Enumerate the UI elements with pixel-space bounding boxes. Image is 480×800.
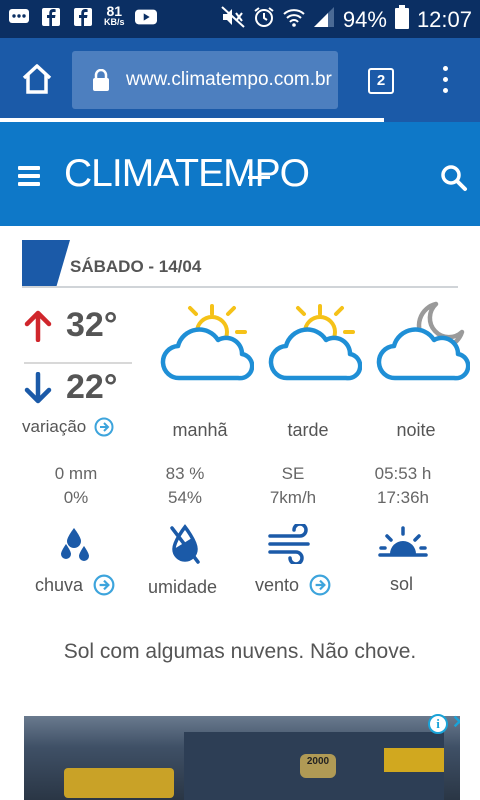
- ad-machine-part: [64, 768, 174, 798]
- chat-bubble-icon: [8, 7, 30, 27]
- network-speed-unit: KB/s: [104, 17, 125, 27]
- arrow-right-circle-icon: [94, 417, 114, 437]
- sun-cloud-icon: [160, 304, 254, 381]
- stat-vento-speed: 7km/h: [269, 488, 317, 507]
- signal-icon: [313, 6, 335, 34]
- chuva-link[interactable]: chuva: [35, 574, 115, 596]
- temp-max-row: 32°: [24, 306, 117, 345]
- wifi-icon: [283, 6, 305, 34]
- arrow-down-icon: [24, 371, 52, 403]
- facebook-icon: [40, 7, 62, 27]
- network-speed: 81 KB/s: [104, 4, 125, 28]
- arrow-up-icon: [24, 310, 52, 342]
- sun-cloud-icon-tarde: [268, 304, 362, 381]
- stat-sunset: 17:36h: [377, 488, 429, 507]
- overflow-menu-button[interactable]: [440, 66, 450, 96]
- clock: 12:07: [416, 7, 472, 32]
- ad-close-icon[interactable]: ✕: [452, 712, 460, 733]
- arrow-right-circle-icon: [309, 574, 331, 596]
- home-button[interactable]: [20, 62, 54, 96]
- moon-cloud-icon: [376, 301, 470, 381]
- youtube-icon: [134, 7, 157, 27]
- variacao-label: variação: [22, 417, 87, 436]
- stat-vento: SE 7km/h: [243, 462, 343, 510]
- stat-sunrise: 05:53 h: [374, 464, 432, 483]
- ad-machine-part-2: [384, 748, 444, 772]
- period-label-tarde: tarde: [287, 420, 329, 440]
- mute-icon: [221, 6, 245, 34]
- forecast-description: Sol com algumas nuvens. Não chove.: [63, 640, 417, 663]
- stat-vento-dir: SE: [281, 464, 305, 483]
- temp-max: 32°: [66, 306, 118, 344]
- lock-icon: [93, 69, 109, 91]
- home-icon: [22, 64, 52, 94]
- advertisement-banner[interactable]: 2000 i ✕: [24, 712, 460, 800]
- humidity-drop-icon: [170, 524, 200, 564]
- temp-min: 22°: [66, 368, 118, 406]
- search-icon: [441, 165, 467, 191]
- address-bar[interactable]: www.climatempo.com.br: [72, 51, 338, 109]
- vento-link[interactable]: vento: [255, 574, 331, 596]
- facebook-icon-2: [72, 7, 94, 27]
- stat-umidade: 83 % 54%: [135, 462, 235, 510]
- stat-chuva: 0 mm 0%: [26, 462, 126, 510]
- ad-badge-text: 2000: [306, 756, 330, 767]
- raindrops-icon: [61, 528, 89, 561]
- umidade-label: umidade: [148, 577, 218, 597]
- sol-label: sol: [390, 574, 414, 594]
- period-label-manha: manhã: [172, 420, 228, 440]
- stat-chuva-prob: 0%: [63, 488, 89, 507]
- sunrise-icon: [378, 526, 428, 557]
- date-label: SÁBADO - 14/04: [70, 257, 202, 276]
- tab-switcher-button[interactable]: 2: [368, 68, 394, 94]
- stat-sol: 05:53 h 17:36h: [353, 462, 453, 510]
- date-header: SÁBADO - 14/04: [22, 240, 458, 288]
- ad-badge: 2000: [300, 754, 336, 778]
- date-flag: [22, 240, 70, 286]
- temp-divider: [24, 362, 132, 364]
- url-text[interactable]: www.climatempo.com.br: [126, 69, 332, 91]
- logo-tail: [248, 176, 270, 179]
- chuva-label: chuva: [35, 574, 84, 595]
- site-logo[interactable]: CLIMATEMPO: [64, 152, 310, 196]
- hamburger-menu-button[interactable]: [18, 166, 40, 186]
- alarm-icon: [253, 6, 275, 34]
- battery-percent: 94%: [342, 7, 387, 32]
- vento-label: vento: [255, 574, 300, 595]
- stat-umidade-max: 83 %: [165, 464, 205, 483]
- variacao-link[interactable]: variação: [22, 417, 114, 437]
- battery-icon: [394, 5, 409, 35]
- period-label-noite: noite: [396, 420, 436, 440]
- stat-umidade-min: 54%: [167, 488, 203, 507]
- site-header: CLIMATEMPO: [0, 122, 480, 226]
- arrow-right-circle-icon: [93, 574, 115, 596]
- search-button[interactable]: [440, 164, 468, 192]
- wind-icon: [268, 524, 310, 564]
- status-bar: 81 KB/s 94% 12:07: [0, 0, 480, 38]
- stat-chuva-mm: 0 mm: [54, 464, 98, 483]
- temp-min-row: 22°: [24, 368, 117, 407]
- ad-info-icon[interactable]: i: [428, 714, 448, 734]
- browser-toolbar: www.climatempo.com.br 2: [0, 38, 480, 122]
